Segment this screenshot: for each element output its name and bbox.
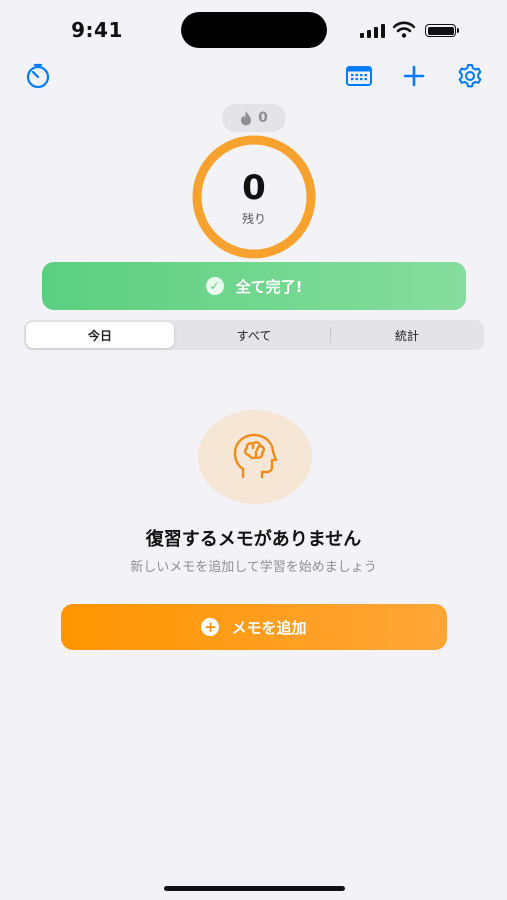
wifi-icon — [393, 21, 415, 38]
settings-button[interactable] — [455, 61, 485, 91]
empty-state-title: 復習するメモがありません — [145, 529, 362, 550]
add-memo-nav-button[interactable] — [400, 62, 428, 90]
battery-icon — [425, 24, 456, 37]
streak-badge: 0 — [222, 104, 286, 132]
stopwatch-button[interactable] — [24, 62, 52, 90]
dynamic-island — [181, 12, 327, 48]
add-memo-button[interactable]: + メモを追加 — [61, 604, 447, 650]
segment-all[interactable]: すべて — [179, 322, 329, 348]
status-time: 9:41 — [71, 18, 123, 42]
streak-count: 0 — [258, 110, 268, 126]
home-indicator — [164, 886, 345, 891]
empty-state-subtitle: 新しいメモを追加して学習を始めましょう — [130, 560, 377, 575]
segmented-control: 今日 すべて 統計 — [24, 320, 484, 350]
calendar-button[interactable] — [345, 62, 373, 90]
flame-icon — [241, 110, 252, 125]
brain-head-icon — [233, 433, 278, 479]
all-complete-text: 全て完了! — [235, 277, 303, 296]
gear-icon — [458, 64, 482, 88]
remaining-label: 残り — [241, 212, 266, 226]
segment-divider — [330, 327, 331, 343]
cellular-signal-icon — [360, 24, 385, 38]
calendar-icon — [346, 66, 372, 86]
plus-circle-icon: + — [201, 618, 220, 636]
checkmark-circle-icon: ✓ — [205, 277, 224, 295]
segment-stats[interactable]: 統計 — [332, 322, 482, 348]
stopwatch-icon — [26, 63, 50, 89]
empty-state-illustration — [198, 410, 312, 504]
add-memo-label: メモを追加 — [231, 618, 307, 637]
battery-tip — [457, 28, 459, 33]
remaining-count: 0 — [242, 168, 266, 208]
plus-icon — [403, 65, 425, 87]
segment-today[interactable]: 今日 — [26, 322, 174, 348]
all-complete-banner: ✓ 全て完了! — [42, 262, 466, 310]
